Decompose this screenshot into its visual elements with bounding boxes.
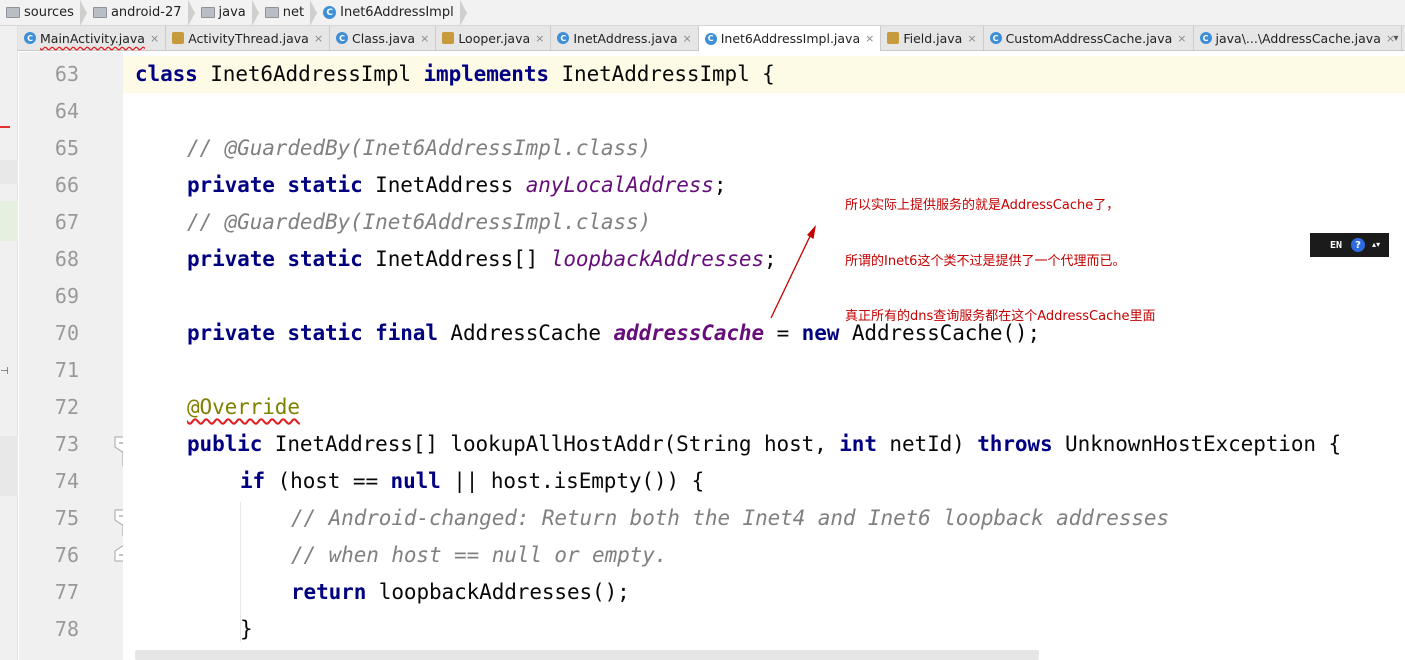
breadcrumb-separator — [251, 0, 259, 26]
breadcrumb-item-android-27[interactable]: android-27 — [87, 0, 186, 26]
tab-customaddresscache[interactable]: C CustomAddressCache.java × — [984, 26, 1194, 50]
tab-mainactivity[interactable]: C MainActivity.java × — [18, 26, 167, 50]
breadcrumb-item-java[interactable]: java — [195, 0, 250, 26]
tab-looper[interactable]: Looper.java × — [436, 26, 552, 50]
annotation-line: 真正所有的dns查询服务都在这个AddressCache里面 — [845, 309, 1156, 324]
breadcrumb: sources android-27 java net C Inet6Addre… — [0, 0, 1405, 26]
tab-inetaddress[interactable]: C InetAddress.java × — [551, 26, 699, 50]
close-icon[interactable]: × — [535, 32, 544, 45]
line-number: 69 — [54, 284, 79, 308]
breadcrumb-separator — [459, 0, 467, 26]
folder-icon — [6, 7, 20, 18]
code-line-67: // @GuardedBy(Inet6AddressImpl.class) — [187, 210, 652, 234]
breadcrumb-item-net[interactable]: net — [259, 0, 308, 26]
class-icon: C — [336, 32, 349, 44]
close-icon[interactable]: × — [967, 32, 976, 45]
breadcrumb-item-sources[interactable]: sources — [0, 0, 78, 26]
folder-icon — [264, 7, 279, 18]
help-icon[interactable]: ? — [1351, 238, 1366, 252]
left-tool-strip: ⊣ — [0, 26, 18, 660]
class-icon: C — [704, 32, 717, 45]
editor-tabs: C MainActivity.java × ActivityThread.jav… — [18, 26, 1405, 51]
line-number: 74 — [54, 469, 79, 493]
breadcrumb-separator — [187, 0, 195, 26]
library-class-icon — [442, 32, 455, 44]
code-line-74: if (host == null || host.isEmpty()) { — [240, 469, 705, 493]
class-icon: C — [1199, 32, 1212, 44]
line-number: 73 — [54, 432, 79, 456]
close-icon[interactable]: × — [1177, 32, 1186, 45]
code-line-77: return loopbackAddresses(); — [291, 580, 630, 604]
code-line-65: // @GuardedBy(Inet6AddressImpl.class) — [187, 136, 652, 160]
line-number-gutter: 63 64 65 66 67 68 69 70 71 72 73 74 75 7… — [19, 52, 131, 660]
library-class-icon — [887, 32, 900, 44]
class-icon: C — [323, 6, 337, 19]
tab-list-dropdown-icon[interactable]: ▾ — [1387, 26, 1405, 50]
line-number: 63 — [54, 62, 79, 86]
close-icon[interactable]: × — [683, 32, 692, 45]
folder-icon — [92, 7, 107, 18]
ime-language-label[interactable]: EN — [1330, 240, 1342, 251]
line-number: 67 — [54, 210, 79, 234]
close-icon[interactable]: × — [865, 32, 874, 45]
code-line-73: public InetAddress[] lookupAllHostAddr(S… — [187, 432, 1342, 456]
code-line-68: private static InetAddress[] loopbackAdd… — [187, 247, 777, 271]
horizontal-scrollbar[interactable] — [135, 650, 1039, 660]
class-icon: C — [24, 32, 36, 44]
line-number: 70 — [54, 321, 79, 345]
code-line-72: @Override — [187, 395, 300, 419]
annotation-note: 所以实际上提供服务的就是AddressCache了， 所谓的Inet6这个类不过… — [845, 160, 1155, 345]
line-number: 64 — [54, 99, 79, 123]
tab-addresscache[interactable]: C java\...\AddressCache.java × — [1194, 26, 1403, 50]
tab-inet6addressimpl[interactable]: C Inet6AddressImpl.java × — [698, 26, 882, 51]
class-icon: C — [557, 32, 570, 44]
breadcrumb-separator — [79, 0, 87, 26]
tab-activitythread[interactable]: ActivityThread.java × — [166, 26, 331, 50]
class-icon: C — [989, 32, 1002, 44]
line-number: 71 — [54, 358, 79, 382]
code-line-66: private static InetAddress anyLocalAddre… — [187, 173, 727, 197]
library-class-icon — [172, 32, 185, 44]
close-icon[interactable]: × — [150, 32, 159, 45]
error-marker — [0, 126, 10, 128]
tool-window-button[interactable] — [0, 160, 18, 184]
code-line-78: } — [240, 617, 253, 641]
line-number: 68 — [54, 247, 79, 271]
tool-window-button[interactable] — [0, 436, 18, 496]
tab-field[interactable]: Field.java × — [881, 26, 984, 50]
code-line-63: class Inet6AddressImpl implements InetAd… — [135, 62, 775, 86]
breadcrumb-separator — [310, 0, 318, 26]
line-number: 77 — [54, 580, 79, 604]
tab-class[interactable]: C Class.java × — [330, 26, 437, 50]
ime-options-icon[interactable]: ▴▾ — [1372, 241, 1380, 249]
tool-window-button[interactable] — [0, 201, 18, 241]
breadcrumb-item-class[interactable]: C Inet6AddressImpl — [317, 0, 458, 26]
line-number: 65 — [54, 136, 79, 160]
line-number: 75 — [54, 506, 79, 530]
line-number: 66 — [54, 173, 79, 197]
tool-window-pin-icon[interactable]: ⊣ — [0, 366, 18, 384]
code-editor[interactable]: class Inet6AddressImpl implements InetAd… — [123, 52, 1405, 660]
annotation-line: 所谓的Inet6这个类不过是提供了一个代理而已。 — [845, 253, 1126, 269]
close-icon[interactable]: × — [314, 32, 323, 45]
line-number: 72 — [54, 395, 79, 419]
annotation-line: 所以实际上提供服务的就是AddressCache了， — [845, 198, 1120, 213]
line-number: 78 — [54, 617, 79, 641]
line-number: 76 — [54, 543, 79, 567]
folder-icon — [200, 7, 215, 18]
code-line-76: // when host == null or empty. — [291, 543, 668, 567]
code-line-75: // Android-changed: Return both the Inet… — [291, 506, 1170, 530]
ime-language-bar[interactable]: EN ? ▴▾ — [1310, 233, 1389, 257]
close-icon[interactable]: × — [420, 32, 429, 45]
